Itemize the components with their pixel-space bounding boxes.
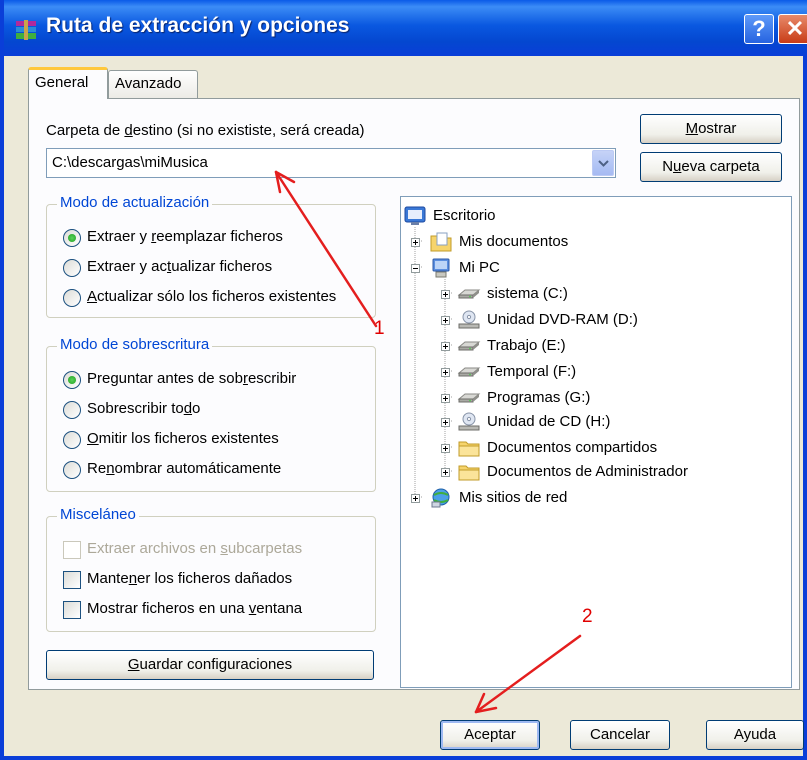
expand-plus-icon[interactable] bbox=[441, 290, 450, 299]
hard-drive-icon bbox=[457, 289, 481, 299]
desktop-icon bbox=[404, 206, 426, 225]
radio-button[interactable] bbox=[63, 431, 81, 449]
folder-icon bbox=[458, 465, 480, 481]
expand-plus-icon[interactable] bbox=[441, 468, 450, 477]
checkbox[interactable] bbox=[63, 571, 81, 589]
help-button[interactable]: Ayuda bbox=[706, 720, 804, 750]
help-icon: ? bbox=[752, 16, 766, 41]
misc-title: Misceláneo bbox=[57, 506, 139, 523]
window-title: Ruta de extracción y opciones bbox=[46, 14, 350, 37]
misc-group: Misceláneo Extraer archivos en subcarpet… bbox=[46, 506, 376, 632]
close-button[interactable]: ✕ bbox=[778, 14, 807, 44]
dropdown-button[interactable] bbox=[592, 150, 614, 176]
expand-plus-icon[interactable] bbox=[441, 444, 450, 453]
expand-plus-icon[interactable] bbox=[441, 368, 450, 377]
folder-icon bbox=[458, 441, 480, 457]
new-folder-button[interactable]: Nueva carpeta bbox=[640, 152, 782, 182]
radio-button[interactable] bbox=[63, 461, 81, 479]
expand-plus-icon[interactable] bbox=[441, 418, 450, 427]
title-bar[interactable]: Ruta de extracción y opciones ? ✕ bbox=[4, 0, 807, 56]
annotation-marker-1: 1 bbox=[374, 318, 385, 339]
destination-path-value[interactable]: C:\descargas\miMusica bbox=[52, 154, 208, 171]
expand-plus-icon[interactable] bbox=[441, 316, 450, 325]
destination-label: Carpeta de destino (si no exististe, ser… bbox=[46, 122, 365, 139]
folder-tree[interactable]: Escritorio Mis documentos Mi PC sistema … bbox=[400, 196, 792, 688]
update-mode-title: Modo de actualización bbox=[57, 194, 213, 211]
hard-drive-icon bbox=[457, 341, 481, 351]
expand-plus-icon[interactable] bbox=[411, 494, 420, 503]
my-computer-icon bbox=[432, 258, 450, 278]
network-places-icon bbox=[431, 488, 450, 508]
help-title-button[interactable]: ? bbox=[744, 14, 774, 44]
expand-plus-icon[interactable] bbox=[411, 238, 420, 247]
destination-path-combobox[interactable]: C:\descargas\miMusica bbox=[46, 148, 616, 178]
hard-drive-icon bbox=[457, 393, 481, 403]
optical-drive-icon bbox=[458, 412, 480, 431]
cancel-button[interactable]: Cancelar bbox=[570, 720, 670, 750]
collapse-minus-icon[interactable] bbox=[411, 264, 420, 273]
radio-button[interactable] bbox=[63, 401, 81, 419]
radio-button[interactable] bbox=[63, 371, 81, 389]
chevron-down-icon bbox=[598, 160, 609, 167]
tab-general-label: General bbox=[35, 74, 89, 91]
close-icon: ✕ bbox=[785, 16, 805, 41]
tab-advanced-label: Avanzado bbox=[115, 75, 182, 92]
winrar-books-icon bbox=[16, 20, 36, 40]
tab-general[interactable]: General bbox=[28, 67, 108, 99]
tab-advanced[interactable]: Avanzado bbox=[108, 70, 198, 98]
hard-drive-icon bbox=[457, 367, 481, 377]
annotation-arrowhead-2 bbox=[474, 692, 498, 714]
annotation-marker-2: 2 bbox=[582, 606, 593, 627]
update-mode-group: Modo de actualización Extraer y reemplaz… bbox=[46, 194, 376, 318]
radio-button[interactable] bbox=[63, 289, 81, 307]
checkbox bbox=[63, 541, 81, 559]
ok-button[interactable]: Aceptar bbox=[440, 720, 540, 750]
extraction-options-dialog: Ruta de extracción y opciones ? ✕ Genera… bbox=[0, 0, 807, 760]
show-button[interactable]: Mostrar bbox=[640, 114, 782, 144]
expand-plus-icon[interactable] bbox=[441, 342, 450, 351]
expand-plus-icon[interactable] bbox=[441, 394, 450, 403]
radio-button[interactable] bbox=[63, 259, 81, 277]
optical-drive-icon bbox=[458, 310, 480, 329]
overwrite-mode-group: Modo de sobrescritura Preguntar antes de… bbox=[46, 336, 376, 492]
my-documents-icon bbox=[430, 232, 452, 252]
radio-button[interactable] bbox=[63, 229, 81, 247]
overwrite-mode-title: Modo de sobrescritura bbox=[57, 336, 213, 353]
save-settings-button[interactable]: Guardar configuraciones bbox=[46, 650, 374, 680]
checkbox[interactable] bbox=[63, 601, 81, 619]
